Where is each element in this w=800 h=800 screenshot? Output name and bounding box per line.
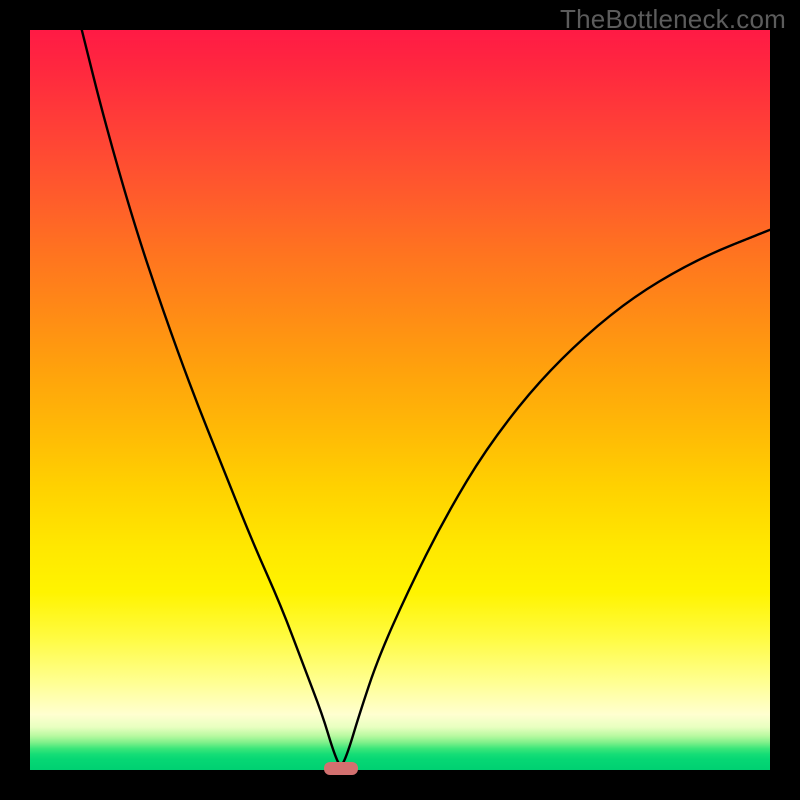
chart-frame: TheBottleneck.com — [0, 0, 800, 800]
watermark-text: TheBottleneck.com — [560, 4, 786, 35]
curve-path — [82, 30, 770, 764]
bottleneck-curve — [30, 30, 770, 770]
optimal-point-marker — [324, 762, 358, 775]
